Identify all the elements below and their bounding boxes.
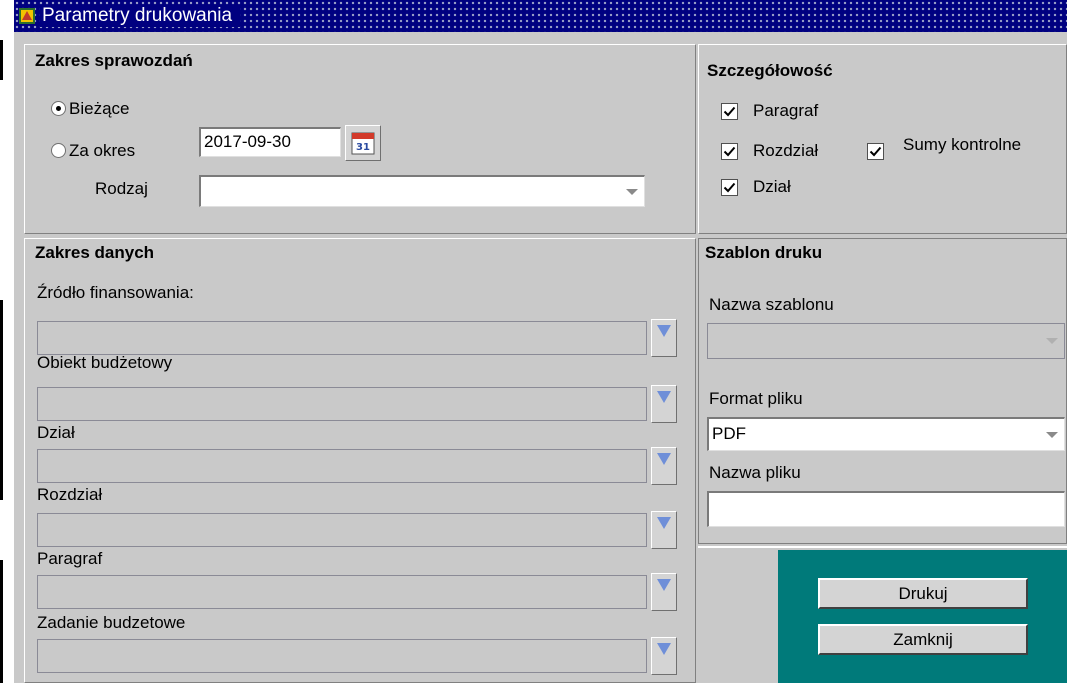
template-name-select[interactable] bbox=[707, 323, 1065, 359]
edge-mark bbox=[0, 300, 3, 500]
data-field-label: Paragraf bbox=[37, 549, 103, 568]
triangle-down-icon bbox=[657, 453, 671, 465]
checkbox-checksums[interactable] bbox=[867, 143, 884, 160]
chevron-down-icon bbox=[626, 188, 638, 195]
template-name-label: Nazwa szablonu bbox=[709, 295, 834, 314]
list-of-values-button[interactable] bbox=[651, 637, 677, 675]
detail-level-header: Szczegółowość bbox=[707, 61, 833, 80]
data-field-input[interactable] bbox=[37, 321, 647, 355]
data-field-input[interactable] bbox=[37, 575, 647, 609]
data-field-label: Obiekt budżetowy bbox=[37, 353, 173, 372]
check-icon bbox=[723, 182, 736, 193]
desktop-edge bbox=[0, 0, 14, 683]
file-format-label: Format pliku bbox=[709, 389, 803, 408]
print-template-header: Szablon druku bbox=[705, 243, 823, 262]
type-label: Rodzaj bbox=[95, 179, 148, 198]
title-bar[interactable]: Parametry drukowania bbox=[14, 0, 1067, 32]
close-button[interactable]: Zamknij bbox=[818, 624, 1028, 655]
triangle-down-icon bbox=[657, 643, 671, 655]
data-field-label: Rozdział bbox=[37, 485, 103, 504]
checkbox-chapter[interactable] bbox=[721, 143, 738, 160]
chevron-down-icon bbox=[1046, 338, 1058, 344]
chevron-down-icon bbox=[1046, 431, 1058, 438]
radio-period-label[interactable]: Za okres bbox=[69, 141, 135, 161]
list-of-values-button[interactable] bbox=[651, 573, 677, 611]
checkbox-section[interactable] bbox=[721, 179, 738, 196]
window-title: Parametry drukowania bbox=[40, 5, 241, 27]
check-icon bbox=[723, 106, 736, 117]
file-name-input[interactable] bbox=[707, 491, 1065, 527]
check-icon bbox=[723, 146, 736, 157]
file-format-value: PDF bbox=[712, 424, 746, 443]
calendar-button[interactable]: 31 bbox=[345, 125, 381, 161]
data-field-label: Zadanie budzetowe bbox=[37, 613, 186, 632]
checkbox-paragraph-label: Paragraf bbox=[753, 101, 819, 120]
triangle-down-icon bbox=[657, 579, 671, 591]
triangle-down-icon bbox=[657, 325, 671, 337]
data-range-panel: Zakres danych Źródło finansowania: Obiekt… bbox=[24, 238, 696, 683]
separator bbox=[698, 546, 1067, 548]
report-range-panel: Zakres sprawozdań Bieżące Za okres 2017-… bbox=[24, 44, 696, 234]
radio-current[interactable] bbox=[51, 101, 66, 116]
checkbox-chapter-label: Rozdział bbox=[753, 141, 819, 160]
date-input[interactable]: 2017-09-30 bbox=[199, 127, 341, 157]
detail-level-panel: Szczegółowość Paragraf Rozdział Sumy kon… bbox=[698, 44, 1067, 234]
data-field-input[interactable] bbox=[37, 639, 647, 673]
list-of-values-button[interactable] bbox=[651, 511, 677, 549]
calendar-icon: 31 bbox=[351, 132, 375, 155]
list-of-values-button[interactable] bbox=[651, 447, 677, 485]
edge-mark bbox=[0, 560, 3, 683]
data-field-label: Źródło finansowania: bbox=[37, 283, 194, 302]
triangle-down-icon bbox=[657, 517, 671, 529]
triangle-down-icon bbox=[657, 391, 671, 403]
data-range-header: Zakres danych bbox=[35, 243, 155, 262]
report-range-header: Zakres sprawozdań bbox=[35, 51, 193, 70]
checkbox-paragraph[interactable] bbox=[721, 103, 738, 120]
radio-selected-dot bbox=[56, 106, 61, 111]
data-field-input[interactable] bbox=[37, 449, 647, 483]
list-of-values-button[interactable] bbox=[651, 319, 677, 357]
svg-text:31: 31 bbox=[356, 142, 370, 153]
print-template-panel: Szablon druku Nazwa szablonu Format plik… bbox=[698, 238, 1067, 544]
check-icon bbox=[869, 146, 882, 157]
print-button[interactable]: Drukuj bbox=[818, 578, 1028, 609]
data-field-input[interactable] bbox=[37, 387, 647, 421]
action-buttons-area: Drukuj Zamknij bbox=[778, 550, 1067, 683]
data-field-label: Dział bbox=[37, 423, 75, 442]
radio-period[interactable] bbox=[51, 143, 66, 158]
list-of-values-button[interactable] bbox=[651, 385, 677, 423]
radio-current-label[interactable]: Bieżące bbox=[69, 99, 129, 119]
checkbox-checksums-label: Sumy kontrolne bbox=[903, 135, 1022, 154]
data-field-input[interactable] bbox=[37, 513, 647, 547]
type-select[interactable] bbox=[199, 175, 645, 207]
checkbox-section-label: Dział bbox=[753, 177, 791, 196]
file-format-select[interactable]: PDF bbox=[707, 417, 1065, 451]
edge-mark bbox=[0, 40, 3, 80]
window-app-icon bbox=[19, 8, 35, 24]
file-name-label: Nazwa pliku bbox=[709, 463, 801, 482]
